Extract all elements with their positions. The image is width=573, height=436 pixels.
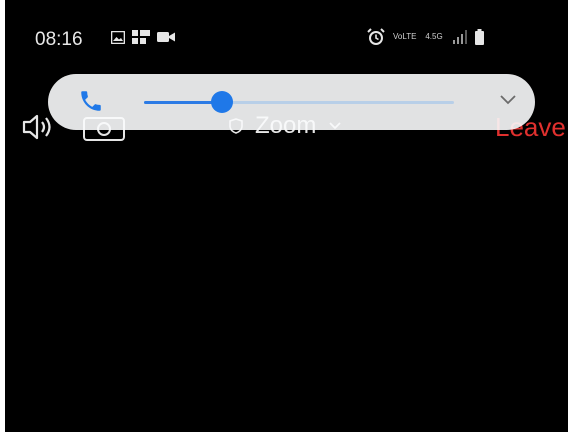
alarm-icon bbox=[367, 28, 385, 45]
zoom-meeting-screen: 08:16 VoLTE 4.5G Leave bbox=[5, 0, 568, 432]
image-icon bbox=[111, 30, 125, 44]
grid-app-icon bbox=[132, 30, 150, 44]
system-status-icons: VoLTE 4.5G bbox=[367, 28, 484, 46]
status-time: 08:16 bbox=[35, 29, 83, 50]
chevron-down-icon bbox=[500, 95, 516, 105]
network-type-label: 4.5G bbox=[425, 32, 443, 41]
volume-slider-track[interactable] bbox=[144, 101, 454, 104]
volte-label: VoLTE bbox=[393, 32, 417, 41]
expand-volume-button[interactable] bbox=[498, 92, 518, 108]
volte-icon: VoLTE bbox=[393, 32, 417, 41]
volume-slider-thumb[interactable] bbox=[211, 91, 233, 113]
volume-panel bbox=[48, 74, 535, 130]
call-volume-button[interactable] bbox=[78, 88, 104, 114]
status-bar: 08:16 VoLTE 4.5G bbox=[5, 0, 568, 80]
battery-icon bbox=[475, 29, 484, 45]
signal-icon bbox=[453, 30, 467, 44]
phone-icon bbox=[81, 91, 101, 111]
4g-icon: 4.5G bbox=[423, 33, 445, 41]
notification-icons bbox=[111, 30, 175, 44]
video-icon bbox=[157, 32, 175, 42]
